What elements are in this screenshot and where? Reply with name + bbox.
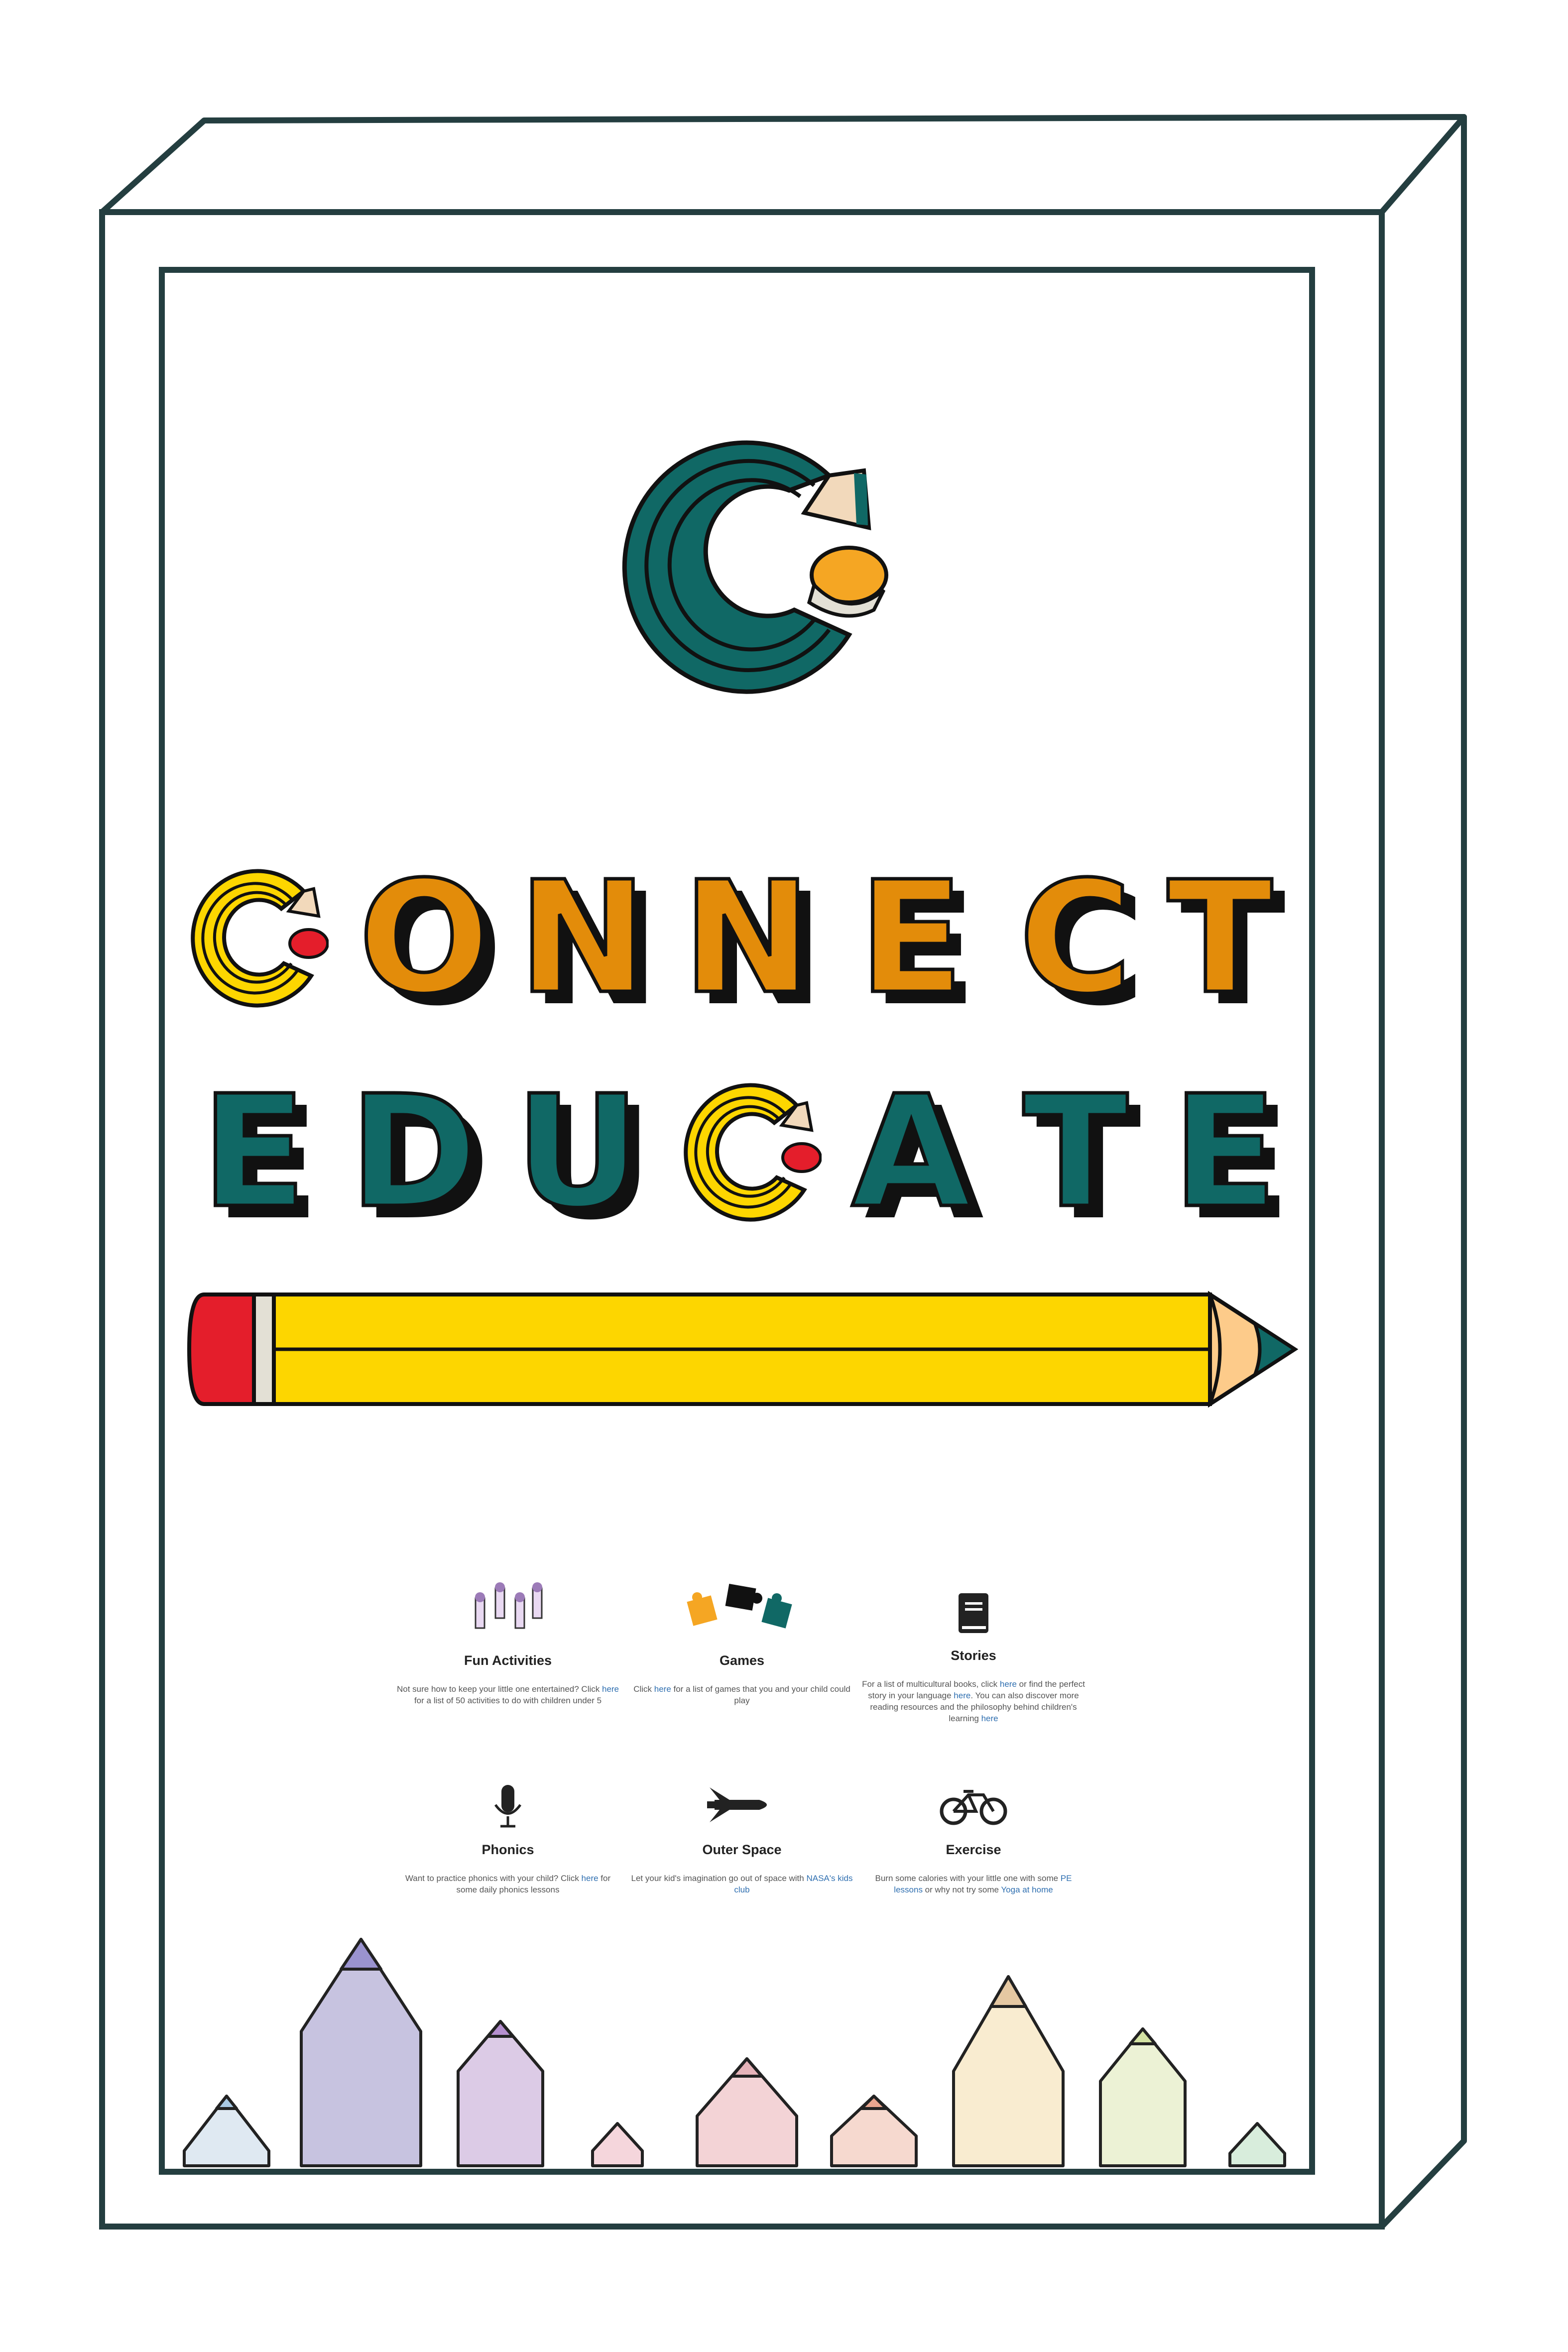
feature-description: Click here for a list of games that you …	[633, 1684, 850, 1705]
pencils-icon	[475, 1582, 543, 1629]
feature-title: Phonics	[482, 1842, 534, 1857]
stories-philosophy-link[interactable]: here	[981, 1714, 998, 1723]
feature-stories: Stories For a list of multicultural book…	[861, 1578, 1086, 1724]
feature-description: Burn some calories with your little one …	[875, 1874, 1072, 1894]
title-letter-t: TT	[1021, 1062, 1141, 1254]
feature-title: Outer Space	[702, 1842, 782, 1857]
stories-link[interactable]: here	[1000, 1679, 1017, 1689]
feature-description: Not sure how to keep your little one ent…	[396, 1684, 619, 1705]
fun-activities-link[interactable]: here	[602, 1684, 619, 1694]
letter-c-pencil-icon	[684, 1083, 822, 1222]
title-letter-e: EE	[857, 848, 977, 1040]
title-letter-e: EE	[1171, 1062, 1291, 1254]
pencil-skyline-icon	[183, 1938, 1286, 2167]
logo-c-icon	[622, 440, 888, 694]
title-letter-n: NN	[681, 848, 825, 1040]
space-shuttle-icon	[707, 1787, 767, 1822]
title-letter-u: UU	[513, 1062, 653, 1254]
title-letter-c: CC	[1017, 848, 1145, 1040]
title-letter-d: DD	[348, 1062, 490, 1254]
title-letter-o: OO	[357, 848, 503, 1040]
pencil-divider-icon	[187, 1291, 1299, 1408]
feature-description: Want to practice phonics with your child…	[405, 1874, 611, 1894]
feature-title: Exercise	[946, 1842, 1001, 1857]
feature-description: Let your kid's imagination go out of spa…	[631, 1874, 853, 1894]
feature-title: Games	[719, 1653, 765, 1668]
feature-description: For a list of multicultural books, click…	[862, 1679, 1085, 1723]
puzzle-icon	[687, 1584, 792, 1629]
feature-games: Games Click here for a list of games tha…	[630, 1578, 854, 1706]
title-letter-a: AA	[850, 1062, 984, 1254]
feature-exercise: Exercise Burn some calories with your li…	[861, 1772, 1086, 1895]
book-icon	[959, 1593, 988, 1633]
title-letter-e: EE	[200, 1062, 320, 1254]
phonics-link[interactable]: here	[582, 1874, 599, 1883]
stories-language-link[interactable]: here	[954, 1691, 970, 1700]
bicycle-icon	[940, 1790, 1007, 1825]
microphone-icon	[494, 1785, 522, 1828]
feature-fun-activities: Fun Activities Not sure how to keep your…	[396, 1578, 620, 1706]
feature-title: Fun Activities	[464, 1653, 552, 1668]
games-link[interactable]: here	[654, 1684, 671, 1694]
title-letter-t: TT	[1166, 848, 1286, 1040]
letter-c-pencil-icon	[191, 869, 329, 1008]
feature-title: Stories	[951, 1648, 996, 1663]
title-letter-n: NN	[516, 848, 660, 1040]
feature-outer-space: Outer Space Let your kid's imagination g…	[630, 1772, 854, 1895]
feature-phonics: Phonics Want to practice phonics with yo…	[396, 1772, 620, 1895]
yoga-at-home-link[interactable]: Yoga at home	[1001, 1885, 1053, 1894]
